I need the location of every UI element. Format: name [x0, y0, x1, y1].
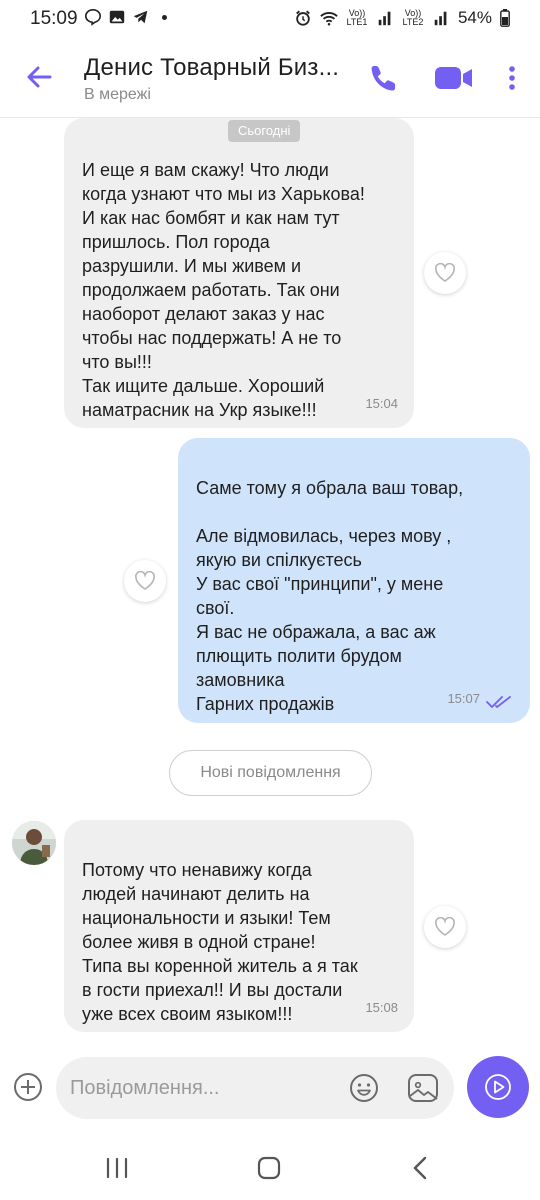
message-list[interactable]: И еще я вам скажу! Что люди когда узнают…: [0, 118, 540, 1040]
wifi-icon: [320, 12, 338, 26]
contact-name[interactable]: Денис Товарный Биз...: [84, 54, 354, 82]
message-time: 15:04: [365, 396, 398, 411]
message-text: И еще я вам скажу! Что люди когда узнают…: [82, 160, 365, 420]
phone-icon[interactable]: [368, 62, 400, 94]
recent-apps-icon[interactable]: [104, 1157, 130, 1179]
signal-sim2-icon: [434, 11, 447, 26]
like-button[interactable]: [124, 560, 166, 602]
battery-icon: [500, 9, 510, 27]
signal-sim1-icon: [378, 11, 391, 26]
message-text: Потому что ненавижу когда людей начинают…: [82, 860, 358, 1024]
like-button[interactable]: [424, 252, 466, 294]
heart-outline-icon: [135, 571, 155, 590]
more-notifications-dot: [162, 14, 167, 20]
more-vertical-icon[interactable]: [500, 62, 524, 94]
double-check-icon: [486, 696, 511, 708]
alarm-icon: [296, 10, 310, 26]
message-bubble-incoming[interactable]: И еще я вам скажу! Что люди когда узнают…: [64, 118, 414, 428]
like-button[interactable]: [424, 906, 466, 948]
heart-outline-icon: [435, 917, 455, 936]
arrow-left-icon[interactable]: [22, 60, 56, 94]
message-composer: [0, 1040, 540, 1135]
sticker-icon[interactable]: [406, 1072, 440, 1104]
send-button[interactable]: [467, 1056, 529, 1118]
gallery-notification-icon: [109, 10, 125, 24]
message-input-container[interactable]: [56, 1057, 454, 1119]
viber-notification-icon: [84, 8, 102, 26]
avatar[interactable]: [12, 821, 56, 865]
contact-status: В мережі: [84, 86, 151, 103]
send-icon: [485, 1074, 511, 1100]
smile-icon[interactable]: [348, 1072, 380, 1104]
battery-percent: 54%: [457, 8, 492, 27]
message-time: 15:08: [365, 1000, 398, 1015]
date-divider: Сьогодні: [228, 120, 301, 142]
nav-back-icon[interactable]: [410, 1155, 430, 1181]
chat-header: Денис Товарный Биз... В мережі: [0, 40, 540, 118]
new-messages-divider[interactable]: Нові повідомлення: [169, 750, 372, 796]
home-icon[interactable]: [256, 1155, 282, 1181]
lte2-label: Vo)) LTE2: [402, 8, 424, 27]
status-bar: 15:09 Vo)) LTE1 Vo)) LTE2 54%: [0, 0, 540, 40]
avatar-photo: [12, 821, 56, 865]
message-text: Саме тому я обрала ваш товар, Але відмов…: [196, 478, 464, 714]
lte1-label: Vo)) LTE1: [346, 8, 368, 27]
message-input[interactable]: [70, 1071, 330, 1105]
system-nav-bar: [0, 1135, 540, 1200]
status-time: 15:09: [30, 8, 78, 29]
message-time: 15:07: [447, 691, 480, 706]
video-camera-icon[interactable]: [434, 64, 474, 92]
status-notification-icons: [84, 8, 167, 26]
message-bubble-outgoing[interactable]: Саме тому я обрала ваш товар, Але відмов…: [178, 438, 530, 723]
message-bubble-incoming[interactable]: Потому что ненавижу когда людей начинают…: [64, 820, 414, 1032]
heart-outline-icon: [435, 263, 455, 282]
plus-circle-icon[interactable]: [12, 1071, 44, 1103]
status-system-icons: Vo)) LTE1 Vo)) LTE2 54%: [294, 8, 510, 28]
telegram-notification-icon: [133, 10, 148, 24]
